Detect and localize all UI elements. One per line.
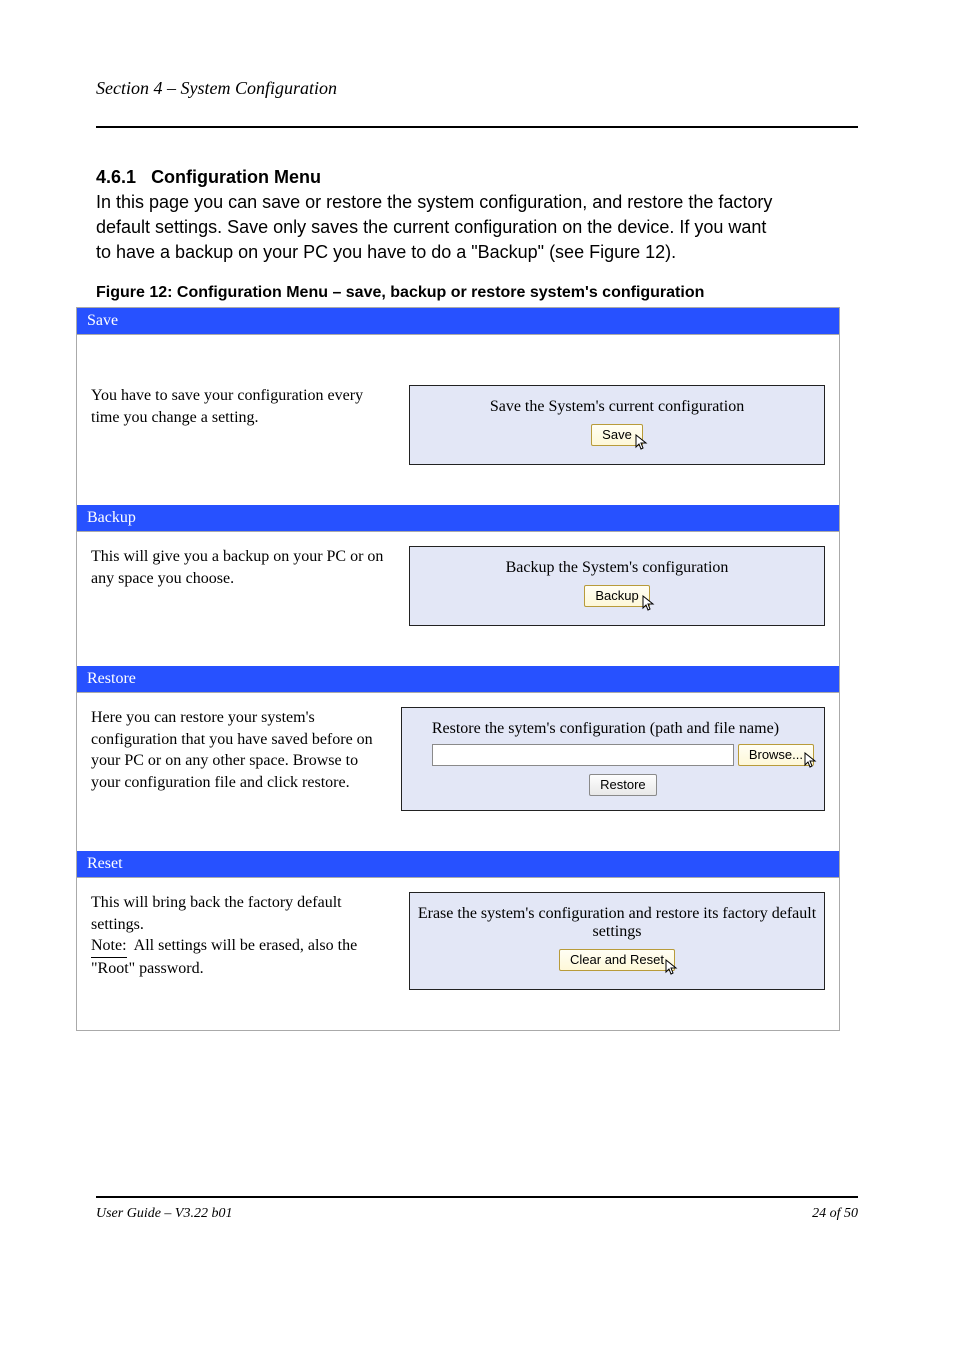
clear-reset-button[interactable]: Clear and Reset [559, 949, 675, 971]
save-description: You have to save your configuration ever… [77, 371, 403, 479]
backup-box-description: Backup the System's configuration [418, 559, 816, 577]
page: { "header": { "section_label": "Section … [0, 0, 954, 128]
restore-example-box: Restore the sytem's configuration (path … [401, 707, 825, 811]
restore-button[interactable]: Restore [589, 774, 657, 796]
browse-button[interactable]: Browse... [738, 744, 814, 766]
intro-title: Configuration Menu [151, 167, 321, 187]
save-example-box: Save the System's current configuration … [409, 385, 825, 465]
header-section-label: Section 4 – System Configuration [96, 78, 337, 99]
section-backup: This will give you a backup on your PC o… [77, 532, 839, 666]
save-example: Save the System's current configuration … [403, 371, 839, 479]
footer-right: 24 of 50 [812, 1206, 858, 1222]
page-header: Section 4 – System Configuration [0, 0, 954, 128]
section-save: You have to save your configuration ever… [77, 335, 839, 505]
section-bar-save: Save [77, 308, 839, 335]
section-bar-restore: Restore [77, 666, 839, 693]
section-restore: Here you can restore your system's confi… [77, 693, 839, 851]
reset-example: Erase the system's configuration and res… [403, 878, 839, 1004]
reset-note-label: Note: [91, 935, 127, 958]
footer-rule [96, 1196, 858, 1198]
reset-box-description: Erase the system's configuration and res… [414, 905, 820, 941]
reset-left-prefix: This will bring back the factory default… [91, 894, 342, 933]
section-bar-backup: Backup [77, 505, 839, 532]
restore-example: Restore the sytem's configuration (path … [395, 693, 839, 825]
intro-line-1: In this page you can save or restore the… [96, 190, 858, 214]
save-button[interactable]: Save [591, 424, 643, 446]
section-bar-reset: Reset [77, 851, 839, 878]
reset-note-text: All settings will be erased, also the "R… [91, 937, 357, 977]
restore-description: Here you can restore your system's confi… [77, 693, 395, 825]
backup-description: This will give you a backup on your PC o… [77, 532, 403, 640]
section-reset: This will bring back the factory default… [77, 878, 839, 1030]
backup-example-box: Backup the System's configuration Backup [409, 546, 825, 626]
reset-description: This will bring back the factory default… [77, 878, 403, 1004]
restore-file-path-input[interactable] [432, 744, 734, 766]
footer-left: User Guide – V3.22 b01 [96, 1206, 233, 1222]
restore-box-description: Restore the sytem's configuration (path … [432, 720, 814, 738]
reset-example-box: Erase the system's configuration and res… [409, 892, 825, 990]
save-box-description: Save the System's current configuration [418, 398, 816, 416]
figure-caption: Figure 12: Configuration Menu – save, ba… [96, 284, 704, 302]
backup-example: Backup the System's configuration Backup [403, 532, 839, 640]
subsection-number: 4.6.1 Configuration Menu [96, 165, 858, 189]
config-table: Save You have to save your configuration… [76, 307, 840, 1031]
intro-line-3: to have a backup on your PC you have to … [96, 240, 858, 264]
backup-button[interactable]: Backup [584, 585, 649, 607]
intro-line-2: default settings. Save only saves the cu… [96, 215, 858, 239]
header-rule [96, 126, 858, 128]
